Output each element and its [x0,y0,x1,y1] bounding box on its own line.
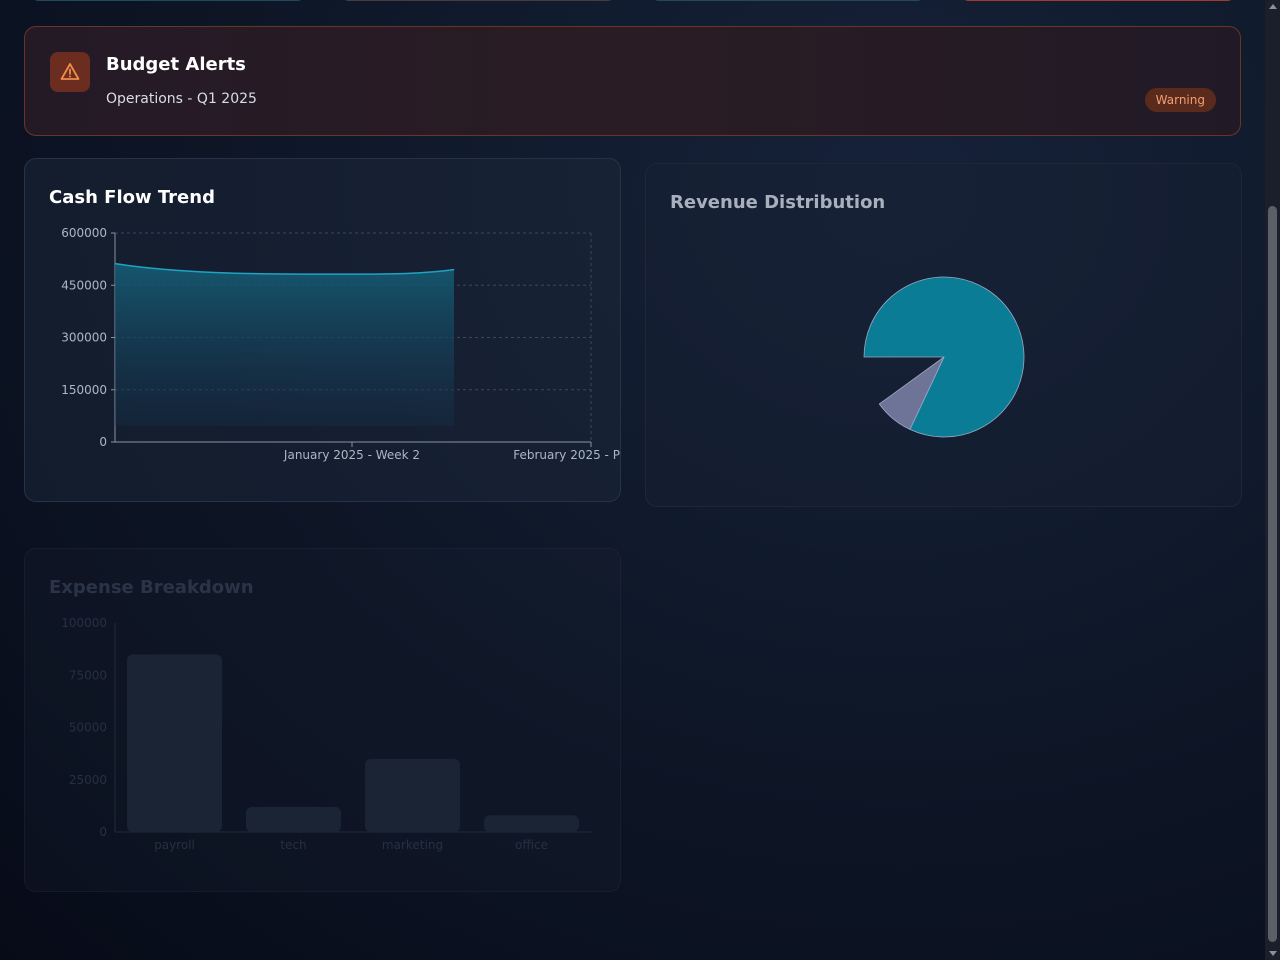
scroll-up-icon[interactable] [1269,4,1277,9]
x-tick-label: marketing [382,838,443,852]
x-tick-label: office [515,838,548,852]
summary-card-2 [342,0,614,1]
alert-subtitle: Operations - Q1 2025 [106,91,257,107]
y-tick-label: 0 [99,825,107,839]
cash-flow-card: Cash Flow Trend 600000 450000 300000 150000… [24,158,621,502]
y-tick-label: 100000 [61,616,107,630]
y-tick-label: 0 [99,435,107,449]
alert-title: Budget Alerts [106,54,246,75]
expense-bar [246,806,341,832]
warning-triangle-icon [50,52,90,92]
revenue-distribution-card: Revenue Distribution [645,163,1242,507]
expense-bar [484,815,579,832]
budget-alert-card[interactable]: Budget Alerts Operations - Q1 2025 Warni… [24,26,1241,136]
scroll-thumb[interactable] [1268,206,1277,942]
y-tick-label: 50000 [69,721,107,735]
summary-card-4 [962,0,1234,1]
x-tick-label: payroll [154,838,195,852]
cash-flow-area [115,263,454,426]
data-point [351,273,353,275]
scrollbar[interactable] [1265,0,1280,960]
y-tick-label: 25000 [69,773,107,787]
y-tick-label: 300000 [61,331,107,345]
y-tick-label: 75000 [69,668,107,682]
data-point [453,269,455,271]
x-tick-label: February 2025 - Projected [513,448,620,462]
revenue-pie-chart[interactable] [646,164,1241,506]
x-tick-label: tech [280,838,306,852]
expense-bar [127,654,222,832]
expense-bar [365,758,460,832]
y-tick-label: 150000 [61,383,107,397]
cash-flow-chart[interactable]: 600000 450000 300000 150000 0 January 2025 - … [25,159,620,501]
expense-bar-chart[interactable]: 100000 75000 50000 25000 0 payroll tech marketi… [25,549,620,891]
y-tick-label: 450000 [61,278,107,292]
scroll-down-icon[interactable] [1269,951,1277,956]
data-point [114,263,116,265]
x-tick-label: January 2025 - Week 2 [283,448,420,462]
status-badge: Warning [1144,88,1216,112]
expense-breakdown-card: Expense Breakdown 100000 75000 50000 25000 0… [24,548,621,892]
summary-card-3 [652,0,924,1]
y-tick-label: 600000 [61,226,107,240]
summary-card-1 [32,0,304,1]
